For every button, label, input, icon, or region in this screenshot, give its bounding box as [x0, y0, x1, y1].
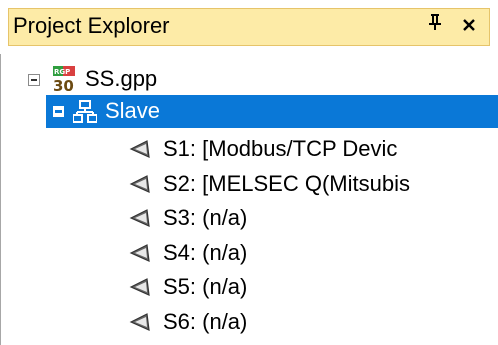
- device-label: S2: [MELSEC Q(Mitsubis: [163, 171, 410, 196]
- svg-text:RGP: RGP: [54, 68, 70, 76]
- tree-node-slave-label: Slave: [105, 98, 161, 123]
- tree-node-device[interactable]: S6: (n/a): [1, 305, 498, 339]
- rgp-30-file-icon: RGP 30: [51, 65, 77, 95]
- panel-title: Project Explorer: [13, 13, 170, 38]
- tree-node-device[interactable]: S1: [Modbus/TCP Devic: [1, 132, 498, 166]
- tree-node-root[interactable]: RGP 30 SS.gpp: [1, 64, 498, 95]
- tree-node-device[interactable]: S4: (n/a): [1, 236, 498, 270]
- device-label: S1: [Modbus/TCP Devic: [163, 136, 398, 161]
- device-icon: [129, 312, 151, 332]
- device-icon: [129, 139, 151, 159]
- device-label: S3: (n/a): [163, 205, 248, 230]
- project-tree: RGP 30 SS.gpp Slave S1: [Modbus/TCP Devi…: [0, 54, 498, 345]
- device-label: S6: (n/a): [163, 309, 248, 334]
- tree-node-device[interactable]: S3: (n/a): [1, 201, 498, 235]
- device-icon: [129, 174, 151, 194]
- collapse-toggle-icon[interactable]: [28, 74, 40, 86]
- device-icon: [129, 277, 151, 297]
- network-icon: [72, 100, 98, 124]
- project-explorer-panel: Project Explorer RGP 30 SS.gpp Slave S1:…: [0, 0, 498, 345]
- collapse-toggle-icon[interactable]: [53, 106, 64, 117]
- tree-node-device[interactable]: S5: (n/a): [1, 270, 498, 304]
- device-icon: [129, 243, 151, 263]
- pin-icon[interactable]: [425, 13, 445, 39]
- device-icon: [129, 208, 151, 228]
- tree-node-device[interactable]: S2: [MELSEC Q(Mitsubis: [1, 167, 498, 201]
- device-label: S4: (n/a): [163, 240, 248, 265]
- svg-text:30: 30: [53, 77, 74, 93]
- pin-icon-glyph: [429, 14, 441, 30]
- close-button[interactable]: [458, 12, 480, 40]
- tree-node-slave[interactable]: Slave: [1, 95, 498, 128]
- tree-node-root-label: SS.gpp: [85, 66, 158, 91]
- close-icon: [463, 19, 475, 31]
- device-label: S5: (n/a): [163, 274, 248, 299]
- panel-titlebar: Project Explorer: [0, 0, 498, 54]
